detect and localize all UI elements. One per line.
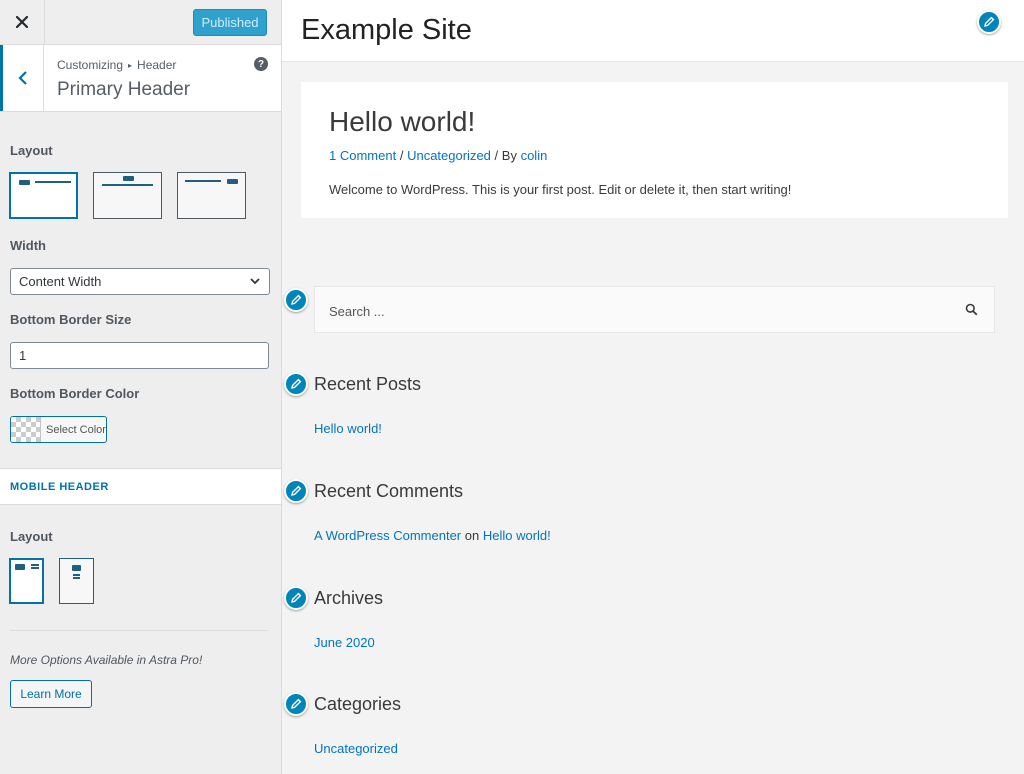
publish-button[interactable]: Published [193,9,267,36]
recent-posts-title: Recent Posts [314,374,422,394]
width-label: Width [10,238,46,253]
meta-separator: / [494,148,499,163]
select-color-label: Select Color [46,423,106,436]
layout-menu-shape [35,181,71,183]
category-item-link[interactable]: Uncategorized [314,741,398,756]
pencil-icon[interactable] [284,692,308,716]
pencil-icon[interactable] [284,479,308,503]
back-button[interactable] [0,45,44,111]
breadcrumb: Customizing ▸ Header [57,58,176,72]
meta-separator: / [399,148,404,163]
category-link[interactable]: Uncategorized [407,148,491,163]
breadcrumb-separator-icon: ▸ [128,60,133,70]
chevron-down-icon [250,278,260,285]
layout-logo-shape [19,180,30,185]
comments-link[interactable]: 1 Comment [329,148,396,163]
comment-post-link[interactable]: Hello world! [483,528,551,543]
close-icon [16,16,28,28]
comment-author-link[interactable]: A WordPress Commenter [314,528,461,543]
comment-on-text: on [464,528,480,543]
layout-menu-shape [102,184,153,186]
site-title[interactable]: Example Site [301,14,472,47]
layout-label: Layout [10,143,53,158]
mobile-layout-option-2[interactable] [59,558,94,604]
border-size-input[interactable]: 1 [10,342,269,369]
border-color-label: Bottom Border Color [10,386,140,401]
pencil-icon[interactable] [284,288,308,312]
customizer-sidebar: Published Customizing ▸ Header Primary H… [0,0,282,774]
back-chevron-icon [18,71,27,85]
layout-menu-shape [185,180,221,182]
archives-title: Archives [314,588,384,608]
breadcrumb-root: Customizing [57,58,124,72]
search-icon[interactable] [965,303,978,316]
site-preview: Example Site Hello world! 1 Comment / Un… [282,0,1024,774]
width-select[interactable]: Content Width [10,268,270,295]
author-link[interactable]: colin [521,148,548,163]
layout-option-2[interactable] [93,172,162,219]
search-placeholder: Search ... [329,304,385,319]
pencil-icon[interactable] [977,10,1001,34]
select-color-button[interactable]: Select Color [10,416,107,443]
layout-logo-shape [72,565,81,571]
post-excerpt: Welcome to WordPress. This is your first… [329,182,792,197]
post-card: Hello world! 1 Comment / Uncategorized /… [301,82,1008,218]
site-header: Example Site [282,0,1024,62]
archive-link[interactable]: June 2020 [314,635,375,650]
layout-option-3[interactable] [177,172,246,219]
pencil-icon[interactable] [284,586,308,610]
width-select-value: Content Width [19,274,102,289]
learn-more-button[interactable]: Learn More [10,680,92,708]
breadcrumb-parent: Header [137,58,177,72]
by-text: By [501,148,517,163]
post-title[interactable]: Hello world! [329,106,475,138]
mobile-layout-option-1[interactable] [9,558,44,604]
close-customizer-button[interactable] [0,0,45,44]
layout-option-1[interactable] [9,172,78,219]
section-header: Customizing ▸ Header Primary Header ? [0,45,281,112]
categories-title: Categories [314,694,402,714]
customizer-topbar: Published [0,0,281,45]
more-options-text: More Options Available in Astra Pro! [10,653,203,667]
pencil-icon[interactable] [284,372,308,396]
layout-logo-shape [123,176,134,181]
search-input[interactable]: Search ... [314,286,995,333]
layout-menu-shape [73,574,80,576]
mobile-header-section[interactable]: MOBILE HEADER [0,468,281,505]
recent-comments-title: Recent Comments [314,481,464,501]
color-swatch [11,417,41,442]
section-title: Primary Header [57,79,191,100]
post-meta: 1 Comment / Uncategorized / By colin [329,148,547,163]
layout-logo-shape [15,564,25,570]
divider [10,630,268,631]
help-icon[interactable]: ? [254,57,268,71]
layout-logo-shape [227,179,238,184]
layout-menu-shape [73,577,80,579]
mobile-layout-label: Layout [10,529,53,544]
recent-post-link[interactable]: Hello world! [314,421,382,436]
recent-comment-item: A WordPress Commenter on Hello world! [314,528,551,543]
layout-menu-shape [31,567,39,569]
layout-menu-shape [31,564,39,566]
border-size-label: Bottom Border Size [10,312,132,327]
